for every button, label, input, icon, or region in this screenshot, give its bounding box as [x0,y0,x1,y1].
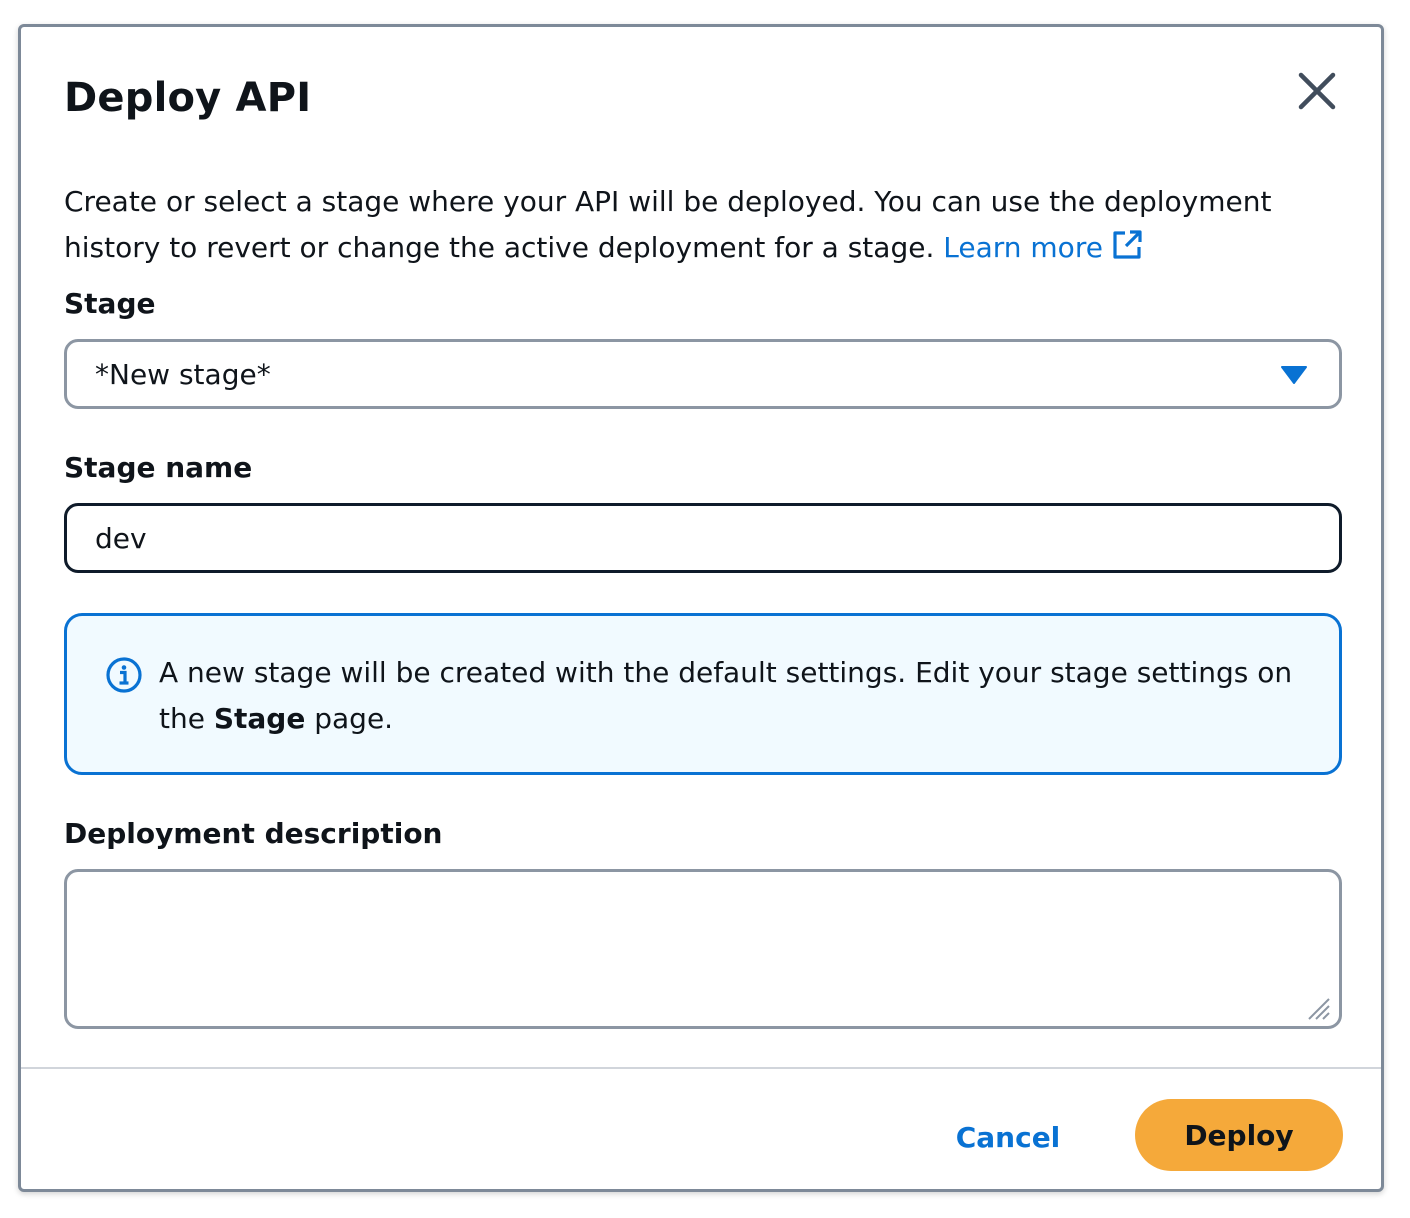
stage-name-label: Stage name [64,451,253,484]
learn-more-link[interactable]: Learn more [943,230,1143,264]
stage-name-input[interactable] [64,503,1342,573]
learn-more-label: Learn more [943,231,1103,264]
deploy-api-dialog: Deploy API Create or select a stage wher… [18,24,1384,1192]
stage-label: Stage [64,287,156,320]
external-link-icon [1113,230,1142,259]
resize-handle-icon[interactable] [1305,995,1331,1021]
cancel-button[interactable]: Cancel [941,1107,1075,1167]
stage-select[interactable]: *New stage* [64,339,1342,409]
dialog-description: Create or select a stage where your API … [64,179,1344,271]
info-alert: A new stage will be created with the def… [64,613,1342,775]
caret-down-icon [1281,366,1307,384]
deployment-description-label: Deployment description [64,817,443,850]
dialog-title: Deploy API [64,75,312,121]
deployment-description-textarea[interactable] [64,869,1342,1029]
alert-message: A new stage will be created with the def… [159,650,1309,742]
deploy-button[interactable]: Deploy [1135,1099,1343,1171]
close-button[interactable] [1289,65,1345,121]
footer-divider [21,1067,1381,1069]
stage-select-value: *New stage* [95,357,271,391]
info-icon [106,657,142,693]
alert-text-after: page. [314,702,394,735]
close-icon [1298,72,1336,110]
alert-text-bold: Stage [213,702,306,735]
